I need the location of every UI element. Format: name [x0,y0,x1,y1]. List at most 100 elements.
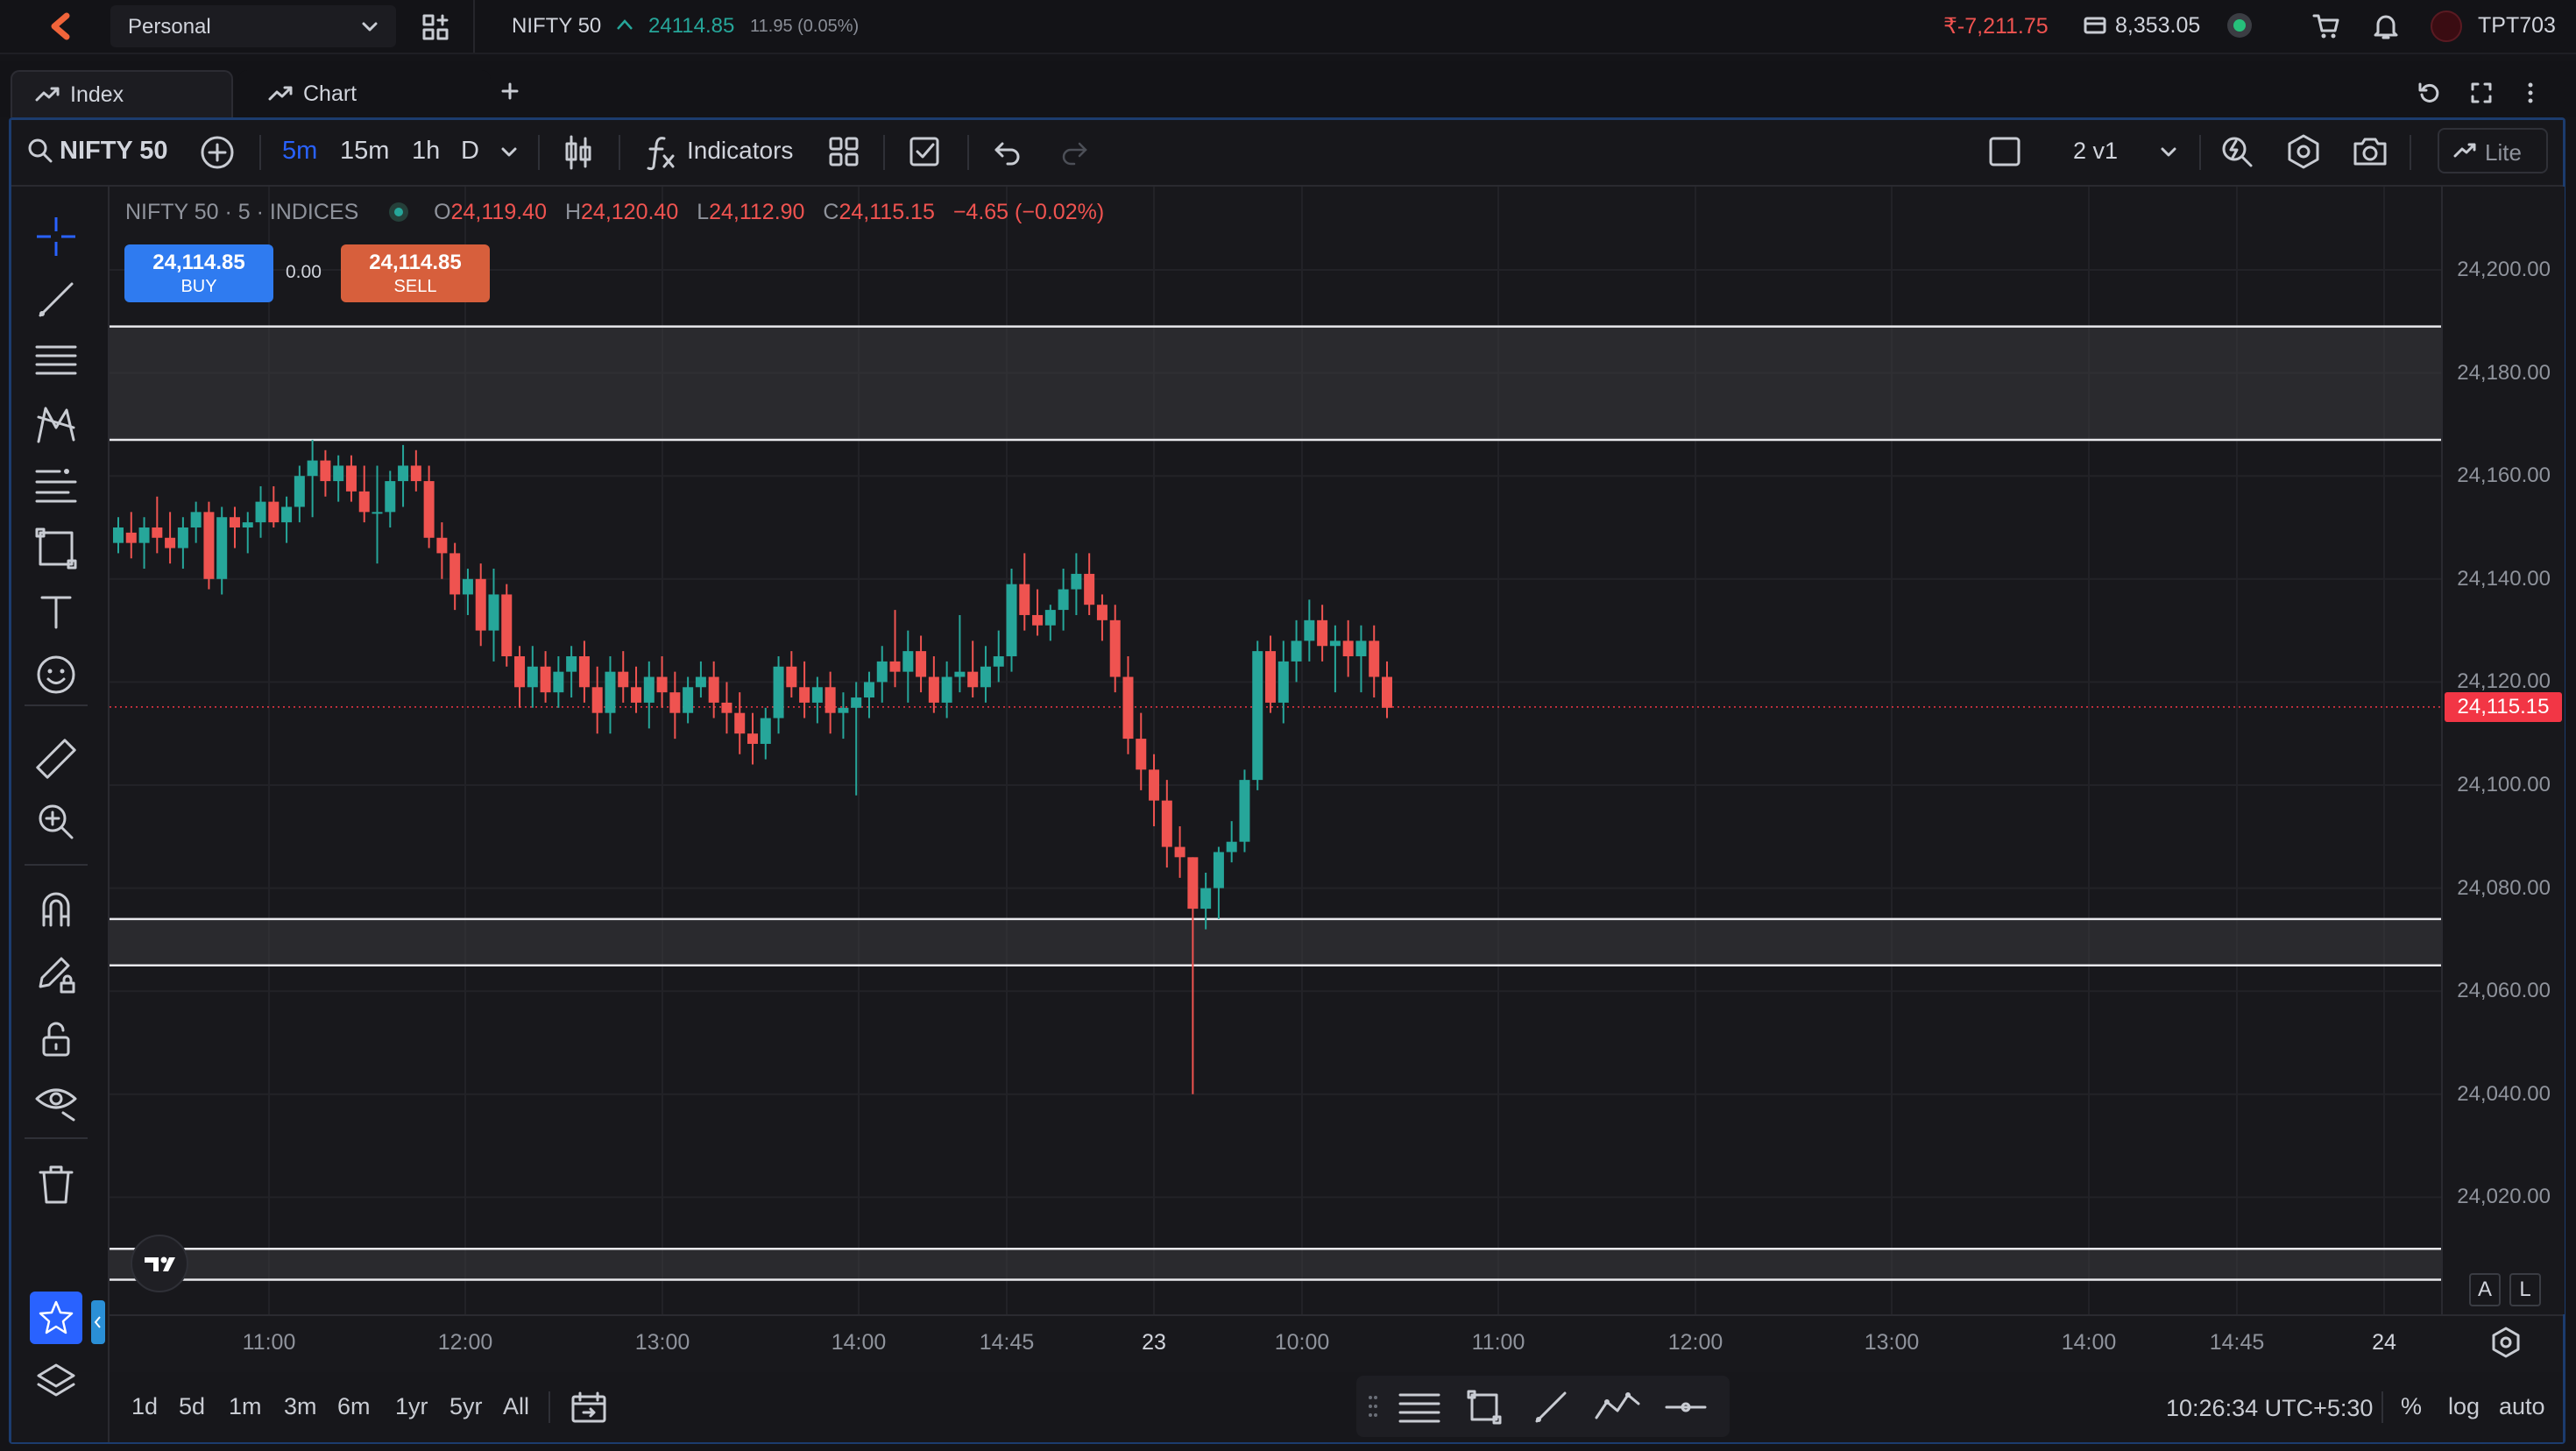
interval-chevron-down-icon[interactable] [499,144,519,161]
tab-index[interactable]: Index [11,70,233,117]
range-1d[interactable]: 1d [131,1393,158,1420]
clock-timezone[interactable]: 10:26:34 UTC+5:30 [2166,1395,2373,1422]
candles-icon[interactable] [561,133,596,172]
range-5d[interactable]: 5d [179,1393,205,1420]
trend-icon [35,86,60,103]
path-tool-icon[interactable] [1593,1388,1642,1426]
range-all[interactable]: All [503,1393,529,1420]
undo-icon[interactable] [992,137,1023,166]
rectangle-tool-icon[interactable] [1465,1388,1504,1426]
ticker-symbol[interactable]: NIFTY 50 [512,14,601,39]
add-tab-icon[interactable] [499,81,520,102]
axis-settings-icon[interactable] [2488,1325,2523,1360]
arrow-up-icon [615,16,634,33]
favorites-star-icon[interactable] [30,1292,82,1344]
rectangle-icon[interactable] [33,526,79,571]
interval-5m[interactable]: 5m [282,137,317,166]
candle-body [268,501,280,523]
candle-body [851,697,862,708]
cart-icon[interactable] [2311,11,2341,41]
settings-hexagon-icon[interactable] [2285,133,2322,170]
percent-scale-toggle[interactable]: % [2401,1393,2422,1420]
more-vertical-icon[interactable] [2522,81,2539,105]
crosshair-icon[interactable] [33,214,79,259]
account-select[interactable]: Personal [110,5,396,47]
candle-body [1355,641,1367,656]
balance-value[interactable]: 8,353.05 [2115,13,2200,39]
bell-icon[interactable] [2371,11,2401,41]
buy-button[interactable]: 24,114.85 BUY [124,244,273,302]
calendar-goto-icon[interactable] [570,1390,608,1425]
auto-scale-button[interactable]: A [2469,1273,2501,1306]
chart-canvas[interactable]: NIFTY 50 · 5 · INDICES O24,119.40 H24,12… [110,187,2441,1314]
range-1yr[interactable]: 1yr [395,1393,428,1420]
fullscreen-icon[interactable] [2469,81,2494,105]
tab-chart[interactable]: Chart [238,70,491,117]
back-arrow-icon[interactable] [46,12,81,40]
lite-button[interactable]: Lite [2438,128,2548,173]
emoji-icon[interactable] [33,652,79,697]
eye-icon[interactable] [33,1078,79,1123]
templates-grid-icon[interactable] [827,135,860,168]
fx-icon[interactable] [645,133,676,172]
range-1m[interactable]: 1m [229,1393,262,1420]
pattern-icon[interactable] [33,401,79,447]
fib-lines-icon[interactable] [33,340,79,382]
time-tick: 11:00 [242,1330,296,1355]
layers-icon[interactable] [33,1360,79,1405]
pencil-lock-icon[interactable] [33,952,79,997]
layout-square-icon[interactable] [1987,135,2022,168]
candle-body [385,481,396,513]
zoom-in-icon[interactable] [33,799,79,845]
chevron-down-icon [361,18,379,35]
range-3m[interactable]: 3m [284,1393,317,1420]
forecast-icon[interactable] [33,464,79,506]
alert-check-icon[interactable] [908,135,941,168]
lock-icon[interactable] [33,1016,79,1062]
compare-add-icon[interactable] [200,135,235,170]
candle-body [669,692,681,713]
candle-body [398,465,409,482]
legend-l-label: L [697,200,710,224]
symbol-search[interactable]: NIFTY 50 [60,137,168,166]
lock-scale-button[interactable]: L [2509,1273,2541,1306]
layout-select[interactable]: 2 v1 [2073,138,2118,165]
redo-icon[interactable] [1058,137,1090,166]
trend-line-icon[interactable] [35,279,77,321]
camera-icon[interactable] [2352,135,2388,168]
interval-15m[interactable]: 15m [340,137,389,166]
avatar[interactable] [2431,11,2462,42]
search-icon[interactable] [26,137,54,165]
collapse-toolbar-button[interactable] [91,1300,105,1344]
time-tick: 12:00 [1667,1330,1723,1355]
ruler-icon[interactable] [33,736,79,782]
indicators-button[interactable]: Indicators [687,137,793,165]
quick-search-icon[interactable] [2219,133,2255,170]
pnl-value[interactable]: ₹-7,211.75 [1943,13,2049,39]
time-tick: 14:00 [2061,1330,2117,1355]
auto-scale-toggle[interactable]: auto [2499,1393,2545,1420]
magnet-icon[interactable] [33,887,79,932]
interval-d[interactable]: D [461,137,479,166]
horizontal-ray-icon[interactable] [1663,1388,1709,1426]
watchlist-grid-icon[interactable] [421,12,450,42]
text-icon[interactable] [35,591,77,633]
range-5yr[interactable]: 5yr [449,1393,483,1420]
tradingview-logo[interactable] [131,1235,188,1292]
time-tick: 13:00 [1864,1330,1920,1355]
layout-chevron-down-icon[interactable] [2159,144,2178,161]
line-tool-icon[interactable] [1532,1388,1570,1426]
username[interactable]: TPT703 [2478,13,2556,39]
horizontal-lines-icon[interactable] [1397,1388,1442,1425]
reset-icon[interactable] [2417,81,2441,105]
range-6m[interactable]: 6m [337,1393,371,1420]
trash-icon[interactable] [33,1162,79,1207]
drag-handle-icon[interactable] [1367,1393,1379,1419]
log-scale-toggle[interactable]: log [2448,1393,2480,1420]
price-axis[interactable]: 24,200.00 24,180.00 24,160.00 24,140.00 … [2441,187,2565,1314]
interval-1h[interactable]: 1h [412,137,440,166]
candle-body [967,671,979,688]
sell-button[interactable]: 24,114.85 SELL [341,244,490,302]
price-tick: 24,120.00 [2457,669,2551,694]
candle-body [190,512,202,527]
